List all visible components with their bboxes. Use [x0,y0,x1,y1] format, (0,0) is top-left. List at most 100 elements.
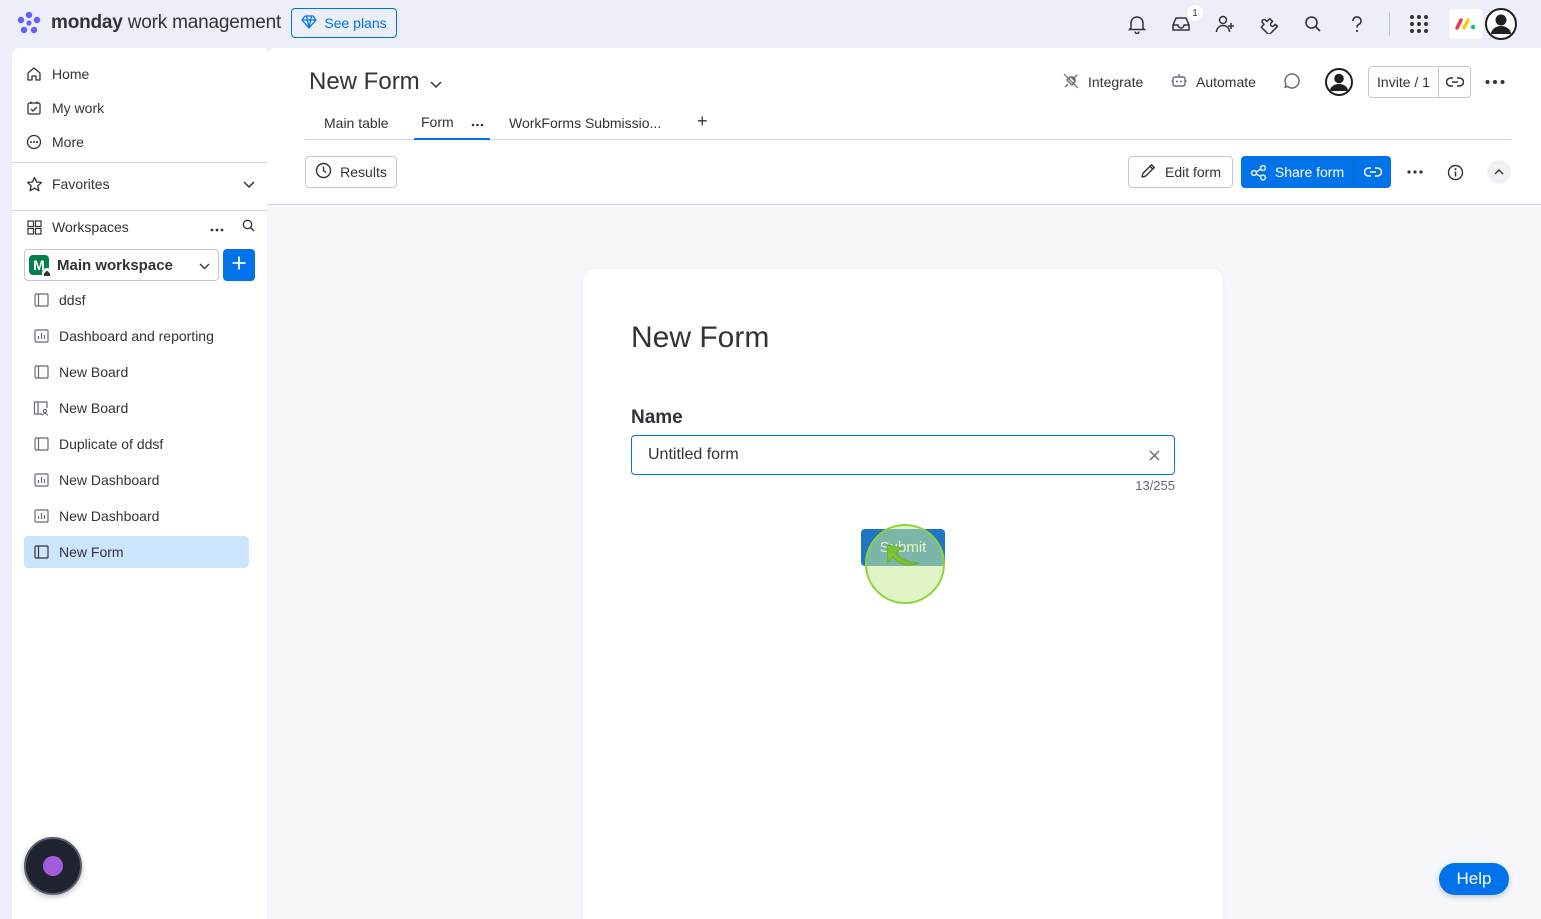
info-icon[interactable] [1445,162,1465,182]
board-icon [32,543,50,561]
integrate-button[interactable]: Integrate [1062,70,1143,94]
more-circle-icon [24,132,44,152]
home-badge-icon [42,268,52,278]
tab-main-table[interactable]: Main table [324,105,389,140]
dashboard-icon [32,507,50,525]
workspace-selector[interactable]: M Main workspace [24,249,219,281]
clear-input-icon[interactable] [1146,447,1162,463]
notification-badge: 1 [1187,5,1203,21]
form-more-icon[interactable] [1405,162,1425,182]
tab-form[interactable]: Form [414,105,490,140]
ai-assistant-button[interactable] [24,837,82,895]
invite-button-group: Invite / 1 [1368,66,1471,98]
nav-more[interactable]: More [24,128,84,156]
board-title[interactable]: New Form [309,68,442,96]
share-form-button-group: Share form [1241,156,1391,188]
chevron-up-icon [1494,169,1504,175]
sidebar-divider [12,162,267,163]
link-icon [1363,167,1382,177]
share-form-button[interactable]: Share form [1241,156,1354,188]
board-owner-avatar[interactable] [1325,68,1353,96]
name-field-label: Name [631,407,683,428]
monday-logo[interactable]: monday work management [16,10,281,36]
nav-more-label: More [52,134,84,150]
monday-product-switcher[interactable] [1449,9,1483,39]
nav-my-work[interactable]: My work [24,94,104,122]
form-preview-canvas: New Form Name Untitled form 13/255 Submi… [267,205,1541,919]
sidebar-item-label: New Dashboard [59,508,160,524]
board-more-icon[interactable] [1483,72,1507,92]
nav-home-label: Home [52,66,90,82]
monday-logo-icon [16,10,42,36]
app-grid-icon[interactable] [1407,12,1431,36]
workspace-options-icon[interactable] [210,219,224,235]
view-tabs: Main table Form WorkForms Submissio... + [305,105,1511,140]
tab-workforms-submissions[interactable]: WorkForms Submissio... [509,105,661,140]
help-question-icon[interactable] [1345,12,1369,36]
top-bar: monday work management See plans 1 [0,0,1541,48]
sidebar-board-ddsf[interactable]: ddsf [24,284,249,316]
home-icon [24,64,44,84]
add-item-button[interactable] [223,249,255,281]
name-input[interactable]: Untitled form [631,435,1175,475]
topbar-divider [1389,12,1390,36]
copy-link-button[interactable] [1439,77,1470,87]
workspaces-label: Workspaces [52,219,129,235]
board-icon [32,435,50,453]
integrate-plug-icon [1062,72,1080,93]
workspace-name: Main workspace [57,256,173,274]
results-button[interactable]: Results [305,156,397,188]
sidebar-board-duplicate-ddsf[interactable]: Duplicate of ddsf [24,428,249,460]
user-avatar[interactable] [1485,8,1517,40]
tab-options-icon[interactable] [471,114,484,130]
apps-puzzle-icon[interactable] [1257,12,1281,36]
brand-product: work management [122,12,282,33]
workspaces-header: Workspaces [24,213,255,241]
char-counter: 13/255 [1135,478,1175,493]
sidebar-board-new-board-shared[interactable]: New Board [24,392,249,424]
copy-form-link-button[interactable] [1354,167,1391,177]
invite-button[interactable]: Invite / 1 [1369,67,1439,97]
collapse-header-button[interactable] [1487,160,1511,184]
calendar-check-icon [24,98,44,118]
sidebar-item-label: Dashboard and reporting [59,328,214,344]
bell-icon[interactable] [1125,12,1149,36]
automate-button[interactable]: Automate [1170,70,1256,94]
see-plans-button[interactable]: See plans [291,8,397,38]
tab-label: Form [421,113,454,130]
search-icon[interactable] [1301,12,1325,36]
sidebar-item-label: New Dashboard [59,472,160,488]
add-view-button[interactable]: + [697,111,708,132]
diamond-icon [301,14,318,32]
sidebar-board-new-form[interactable]: New Form [24,536,249,568]
sidebar-dashboard-new-1[interactable]: New Dashboard [24,464,249,496]
edit-form-label: Edit form [1164,164,1221,180]
sidebar-item-label: New Form [59,544,124,560]
star-icon [24,174,44,194]
dashboard-icon [32,471,50,489]
sidebar-board-new-board[interactable]: New Board [24,356,249,388]
help-button[interactable]: Help [1439,863,1509,895]
nav-my-work-label: My work [52,100,105,116]
integrate-label: Integrate [1088,74,1144,90]
sidebar-dashboard-reporting[interactable]: Dashboard and reporting [24,320,249,352]
invite-member-icon[interactable] [1213,12,1237,36]
sidebar-item-label: ddsf [59,292,86,308]
robot-icon [1170,72,1188,93]
sidebar-item-label: New Board [59,364,129,380]
name-input-value: Untitled form [648,446,739,463]
share-nodes-icon [1250,164,1266,181]
nav-home[interactable]: Home [24,60,89,88]
favorites-section[interactable]: Favorites [24,170,255,198]
link-icon [1445,77,1464,87]
updates-chat-button[interactable] [1283,70,1301,94]
sidebar-item-label: Duplicate of ddsf [59,436,164,452]
workspace-search-icon[interactable] [242,219,255,235]
dashboard-icon [32,327,50,345]
sidebar-dashboard-new-2[interactable]: New Dashboard [24,500,249,532]
edit-form-button[interactable]: Edit form [1128,156,1233,188]
form-title: New Form [631,321,770,354]
ai-assistant-icon [43,856,63,876]
left-sidebar: Home My work More Favorites Workspaces M… [12,48,267,919]
see-plans-label: See plans [324,15,387,31]
